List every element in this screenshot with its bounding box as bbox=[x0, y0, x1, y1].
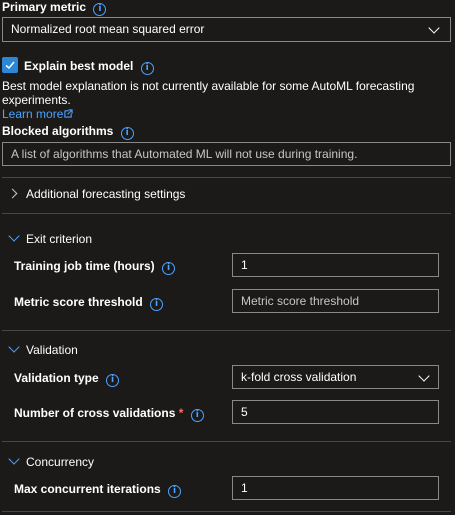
open-in-new-icon bbox=[64, 109, 74, 118]
chevron-down-icon bbox=[8, 230, 20, 242]
info-icon[interactable]: i bbox=[120, 127, 134, 140]
explain-best-model-label: Explain best model i bbox=[24, 59, 154, 75]
info-icon[interactable]: i bbox=[150, 298, 164, 311]
additional-forecasting-toggle[interactable]: Additional forecasting settings bbox=[2, 184, 451, 204]
blocked-algorithms-label: Blocked algorithms i bbox=[2, 124, 134, 140]
validation-title: Validation bbox=[26, 343, 78, 357]
checkmark-icon bbox=[5, 61, 15, 70]
divider bbox=[2, 177, 451, 178]
explain-note: Best model explanation is not currently … bbox=[2, 79, 415, 121]
chevron-down-icon bbox=[8, 453, 20, 465]
chevron-right-icon bbox=[7, 188, 18, 199]
validation-toggle[interactable]: Validation bbox=[2, 339, 451, 359]
primary-metric-value: Normalized root mean squared error bbox=[11, 22, 205, 36]
exit-criterion-title: Exit criterion bbox=[26, 232, 93, 246]
info-icon[interactable]: i bbox=[162, 262, 176, 275]
primary-metric-dropdown[interactable]: Normalized root mean squared error bbox=[2, 17, 451, 42]
blocked-algorithms-input[interactable]: A list of algorithms that Automated ML w… bbox=[2, 142, 451, 166]
chevron-down-icon bbox=[418, 370, 430, 382]
concurrency-toggle[interactable]: Concurrency bbox=[2, 451, 451, 471]
max-iterations-input[interactable]: 1 bbox=[232, 476, 439, 500]
info-icon[interactable]: i bbox=[106, 374, 120, 387]
training-time-label: Training job time (hours) i bbox=[14, 259, 176, 275]
primary-metric-label: Primary metric i bbox=[2, 0, 107, 16]
divider bbox=[2, 330, 451, 331]
max-iterations-label: Max concurrent iterations i bbox=[14, 482, 182, 498]
divider bbox=[2, 511, 451, 512]
explain-best-model-checkbox[interactable] bbox=[2, 57, 18, 73]
metric-threshold-input[interactable]: Metric score threshold bbox=[232, 289, 439, 313]
info-icon[interactable]: i bbox=[93, 3, 107, 16]
cross-validations-label: Number of cross validations * i bbox=[14, 406, 204, 422]
concurrency-title: Concurrency bbox=[26, 455, 95, 469]
chevron-down-icon bbox=[8, 341, 20, 353]
divider bbox=[2, 441, 451, 442]
validation-type-label: Validation type i bbox=[14, 371, 120, 387]
exit-criterion-toggle[interactable]: Exit criterion bbox=[2, 228, 451, 248]
info-icon[interactable]: i bbox=[190, 409, 204, 422]
cross-validations-input[interactable]: 5 bbox=[232, 400, 439, 424]
learn-more-link[interactable]: Learn more bbox=[2, 107, 74, 121]
chevron-down-icon bbox=[428, 22, 440, 34]
info-icon[interactable]: i bbox=[168, 485, 182, 498]
required-indicator: * bbox=[178, 406, 184, 420]
divider bbox=[2, 213, 451, 214]
validation-type-dropdown[interactable]: k-fold cross validation bbox=[232, 365, 439, 389]
additional-forecasting-label: Additional forecasting settings bbox=[26, 187, 186, 201]
metric-threshold-label: Metric score threshold i bbox=[14, 295, 164, 311]
info-icon[interactable]: i bbox=[140, 62, 154, 75]
training-time-input[interactable]: 1 bbox=[232, 253, 439, 277]
